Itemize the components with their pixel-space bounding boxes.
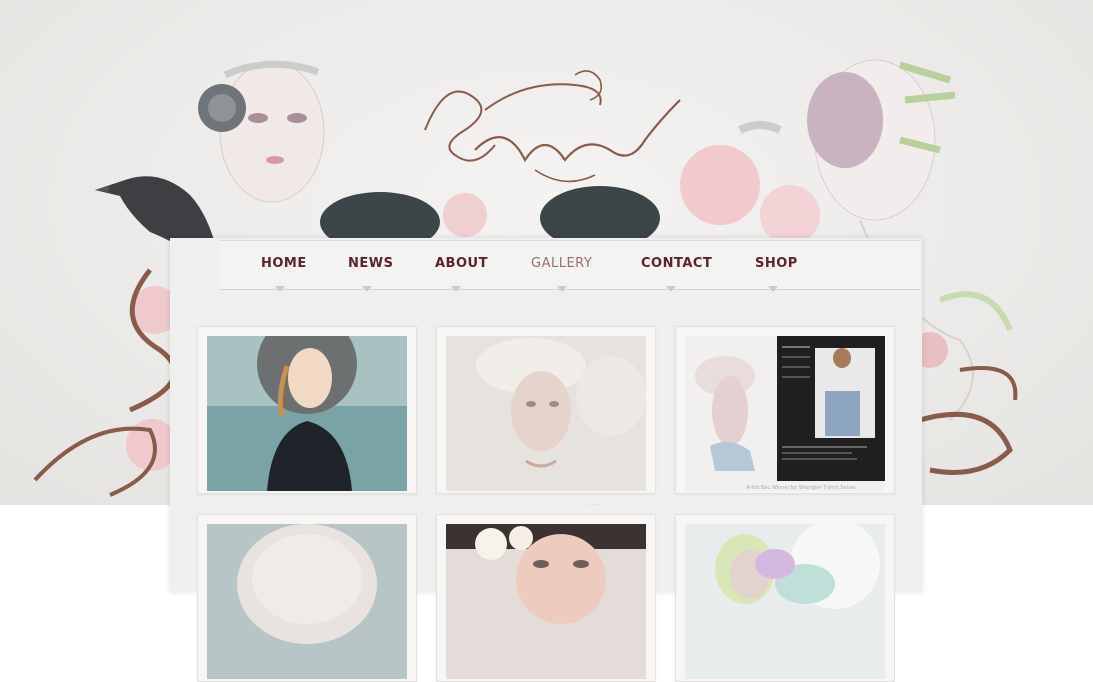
gallery-thumb-2 <box>446 336 646 491</box>
gallery-item-1[interactable] <box>197 326 417 494</box>
gallery-thumb-1 <box>207 336 407 491</box>
gallery-item-4[interactable] <box>197 514 417 682</box>
nav-marker <box>362 286 372 292</box>
nav-marker <box>275 286 285 292</box>
nav-about[interactable]: ABOUT <box>435 256 488 271</box>
gallery-item-6[interactable] <box>675 514 895 682</box>
gallery-thumb-6 <box>685 524 885 679</box>
gallery-thumb-4 <box>207 524 407 679</box>
nav-marker <box>666 286 676 292</box>
nav-marker <box>768 286 778 292</box>
nav-shop[interactable]: SHOP <box>755 256 798 271</box>
nav-marker-active <box>557 286 567 292</box>
gallery-thumb-3 <box>685 336 885 491</box>
logo-script <box>424 70 681 183</box>
gallery-item-2[interactable] <box>436 326 656 494</box>
nav-contact[interactable]: CONTACT <box>641 256 712 271</box>
gallery-item-3[interactable]: Artist Bec Winnel for Wrangler T-shirt S… <box>675 326 895 494</box>
gallery-item-5[interactable] <box>436 514 656 682</box>
site-logo[interactable] <box>415 60 685 195</box>
nav-home[interactable]: HOME <box>261 256 307 271</box>
gallery-watermark: · · · · · · · <box>582 502 603 508</box>
gallery-thumb-5 <box>446 524 646 679</box>
gallery-caption-3: Artist Bec Winnel for Wrangler T-shirt S… <box>746 485 856 491</box>
nav-marker <box>451 286 461 292</box>
main-nav: HOME NEWS ABOUT GALLERY CONTACT SHOP <box>220 240 920 292</box>
nav-gallery[interactable]: GALLERY <box>531 256 592 271</box>
nav-news[interactable]: NEWS <box>348 256 393 271</box>
